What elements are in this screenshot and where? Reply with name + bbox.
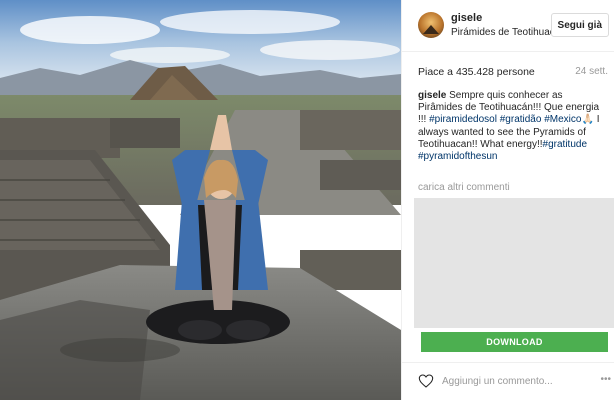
- comment-bar: •••: [402, 362, 614, 400]
- username-link[interactable]: gisele: [451, 12, 482, 24]
- post-caption: gisele Sempre quis conhecer as Pirâmides…: [418, 90, 608, 163]
- follow-button[interactable]: Segui già: [550, 13, 609, 37]
- likes-row: Piace a 435.428 persone 24 sett.: [418, 66, 608, 80]
- hashtag-link[interactable]: #gratitude: [543, 139, 587, 150]
- heart-icon[interactable]: [418, 373, 434, 389]
- hashtag-link[interactable]: #pyramidofthesun: [418, 151, 498, 162]
- likes-count[interactable]: Piace a 435.428 persone: [418, 66, 535, 78]
- hashtag-link[interactable]: #Mexico: [544, 114, 581, 125]
- avatar-pyramid-icon: [423, 25, 439, 34]
- caption-username[interactable]: gisele: [418, 90, 446, 101]
- location-link[interactable]: Pirámides de Teotihuacán: [451, 27, 551, 38]
- more-options-icon[interactable]: •••: [600, 374, 611, 385]
- hashtag-link[interactable]: #piramidedosol: [429, 114, 497, 125]
- profile-avatar[interactable]: [418, 12, 444, 38]
- hashtag-link[interactable]: #gratidão: [500, 114, 542, 125]
- comments-overlay: [414, 198, 614, 328]
- comment-input[interactable]: [442, 373, 592, 389]
- post-header: gisele Pirámides de Teotihuacán Segui gi…: [402, 0, 614, 52]
- post-photo[interactable]: [0, 0, 401, 400]
- download-button[interactable]: DOWNLOAD: [421, 332, 608, 352]
- photo-image: [0, 0, 401, 400]
- prayer-emoji: 🙏🏻: [581, 114, 594, 126]
- post-side-panel: gisele Pirámides de Teotihuacán Segui gi…: [401, 0, 614, 400]
- load-more-comments-link[interactable]: carica altri commenti: [418, 182, 510, 193]
- post-date[interactable]: 24 sett.: [575, 66, 608, 77]
